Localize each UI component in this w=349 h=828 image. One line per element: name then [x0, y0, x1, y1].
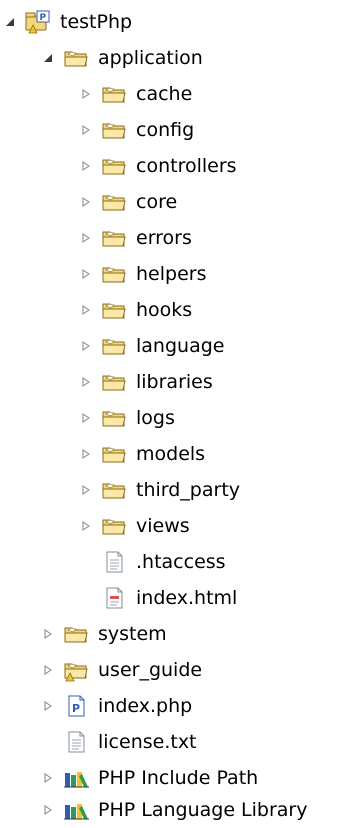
collapsed-twisty-icon[interactable]: [78, 158, 94, 174]
collapsed-twisty-icon[interactable]: [78, 122, 94, 138]
tree-item-config[interactable]: config: [78, 112, 194, 148]
svg-text:P: P: [72, 702, 80, 715]
tree-item-label: controllers: [136, 155, 237, 177]
folder-icon: [62, 622, 90, 646]
folder-icon: [100, 514, 128, 538]
folder-icon: [100, 442, 128, 466]
folder-icon: [62, 46, 90, 70]
tree-item-errors[interactable]: errors: [78, 220, 192, 256]
tree-item-license-txt[interactable]: license.txt: [40, 724, 197, 760]
collapsed-twisty-icon[interactable]: [40, 770, 56, 786]
tree-item-label: testPhp: [60, 11, 133, 33]
tree-item-htaccess[interactable]: .htaccess: [78, 544, 226, 580]
tree-item-testphp[interactable]: P testPhp: [2, 4, 132, 40]
collapsed-twisty-icon[interactable]: [78, 86, 94, 102]
tree-item-label: PHP Language Library: [98, 799, 308, 821]
folder-icon: [100, 370, 128, 394]
tree-item-libraries[interactable]: libraries: [78, 364, 213, 400]
collapsed-twisty-icon[interactable]: [78, 446, 94, 462]
folder-icon: [100, 262, 128, 286]
library-icon: [62, 798, 90, 822]
folder-icon: [100, 118, 128, 142]
folder-icon: [100, 190, 128, 214]
collapsed-twisty-icon[interactable]: [40, 662, 56, 678]
folder-icon: [100, 478, 128, 502]
folder-icon: [100, 298, 128, 322]
tree-item-label: system: [98, 623, 167, 645]
collapsed-twisty-icon[interactable]: [78, 266, 94, 282]
tree-item-hooks[interactable]: hooks: [78, 292, 192, 328]
collapsed-twisty-icon[interactable]: [78, 482, 94, 498]
php-project-icon: P: [24, 10, 52, 34]
html-file-icon: [100, 586, 128, 610]
folder-warning-icon: [62, 658, 90, 682]
tree-item-label: application: [98, 47, 203, 69]
library-icon: [62, 766, 90, 790]
tree-item-label: index.php: [98, 695, 193, 717]
tree-item-third-party[interactable]: third_party: [78, 472, 240, 508]
tree-item-views[interactable]: views: [78, 508, 190, 544]
folder-icon: [100, 406, 128, 430]
collapsed-twisty-icon[interactable]: [78, 302, 94, 318]
expanded-twisty-icon[interactable]: [2, 14, 18, 30]
tree-item-label: libraries: [136, 371, 213, 393]
tree-item-label: license.txt: [98, 731, 197, 753]
collapsed-twisty-icon[interactable]: [78, 374, 94, 390]
php-file-icon: P: [62, 694, 90, 718]
tree-item-label: PHP Include Path: [98, 767, 259, 789]
tree-item-php-include-path[interactable]: PHP Include Path: [40, 760, 258, 796]
tree-item-system[interactable]: system: [40, 616, 167, 652]
tree-item-application[interactable]: application: [40, 40, 203, 76]
tree-item-label: .htaccess: [136, 551, 226, 573]
tree-item-label: helpers: [136, 263, 207, 285]
collapsed-twisty-icon[interactable]: [78, 194, 94, 210]
tree-item-label: language: [136, 335, 225, 357]
tree-item-core[interactable]: core: [78, 184, 177, 220]
tree-item-index-html[interactable]: index.html: [78, 580, 237, 616]
tree-item-label: views: [136, 515, 190, 537]
text-file-icon: [100, 550, 128, 574]
tree-item-label: hooks: [136, 299, 193, 321]
text-file-icon: [62, 730, 90, 754]
tree-item-helpers[interactable]: helpers: [78, 256, 206, 292]
tree-item-models[interactable]: models: [78, 436, 205, 472]
collapsed-twisty-icon[interactable]: [40, 698, 56, 714]
tree-item-label: config: [136, 119, 195, 141]
tree-item-controllers[interactable]: controllers: [78, 148, 237, 184]
collapsed-twisty-icon[interactable]: [78, 410, 94, 426]
tree-item-index-php[interactable]: P index.php: [40, 688, 192, 724]
svg-text:P: P: [40, 13, 47, 23]
collapsed-twisty-icon[interactable]: [78, 338, 94, 354]
folder-icon: [100, 226, 128, 250]
tree-item-language[interactable]: language: [78, 328, 224, 364]
tree-item-cache[interactable]: cache: [78, 76, 192, 112]
tree-item-label: user_guide: [98, 659, 203, 681]
expanded-twisty-icon[interactable]: [40, 50, 56, 66]
tree-item-user-guide[interactable]: user_guide: [40, 652, 202, 688]
tree-item-label: third_party: [136, 479, 241, 501]
tree-item-label: core: [136, 191, 178, 213]
collapsed-twisty-icon[interactable]: [40, 626, 56, 642]
folder-icon: [100, 154, 128, 178]
tree-item-label: models: [136, 443, 206, 465]
folder-icon: [100, 82, 128, 106]
folder-icon: [100, 334, 128, 358]
tree-item-php-language-library[interactable]: PHP Language Library: [40, 792, 307, 828]
tree-item-label: cache: [136, 83, 193, 105]
collapsed-twisty-icon[interactable]: [40, 802, 56, 818]
tree-item-label: errors: [136, 227, 192, 249]
tree-item-label: logs: [136, 407, 175, 429]
tree-item-logs[interactable]: logs: [78, 400, 175, 436]
collapsed-twisty-icon[interactable]: [78, 230, 94, 246]
collapsed-twisty-icon[interactable]: [78, 518, 94, 534]
tree-item-label: index.html: [136, 587, 238, 609]
